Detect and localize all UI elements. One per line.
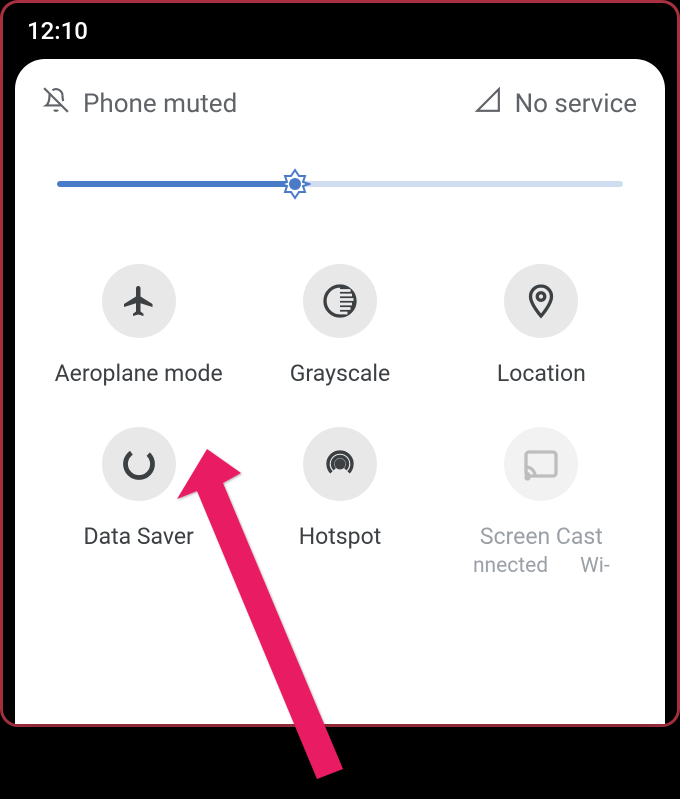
location-pin-icon — [504, 264, 578, 338]
header-right: No service — [475, 87, 637, 120]
tile-location[interactable]: Location — [446, 264, 637, 387]
tile-label: Data Saver — [84, 523, 194, 550]
header-left: Phone muted — [43, 87, 237, 120]
tile-label: Hotspot — [299, 523, 381, 550]
tile-screen-cast[interactable]: Screen Cast nnected Wi- — [446, 427, 637, 578]
tile-data-saver[interactable]: Data Saver — [43, 427, 234, 578]
brightness-thumb[interactable] — [279, 168, 311, 200]
sublabel-left: nnected — [473, 554, 548, 578]
status-bar: 12:10 — [3, 3, 677, 59]
hotspot-icon — [303, 427, 377, 501]
cast-icon — [504, 427, 578, 501]
tile-label: Grayscale — [290, 360, 390, 387]
tile-label: Aeroplane mode — [55, 360, 223, 387]
tile-label: Screen Cast — [480, 523, 603, 550]
quick-settings-tiles: Aeroplane mode Grayscale — [43, 264, 637, 578]
data-saver-icon — [102, 427, 176, 501]
sublabel-right: Wi- — [580, 554, 610, 578]
slider-fill — [57, 181, 295, 187]
brightness-slider[interactable] — [57, 164, 623, 204]
contrast-icon — [303, 264, 377, 338]
quick-settings-panel: Phone muted No service — [15, 59, 665, 724]
tile-grayscale[interactable]: Grayscale — [244, 264, 435, 387]
tile-label: Location — [497, 360, 586, 387]
service-label: No service — [515, 89, 637, 119]
muted-label: Phone muted — [83, 89, 237, 119]
phone-frame: 12:10 Phone muted — [0, 0, 680, 727]
bell-off-icon — [43, 87, 69, 120]
panel-header: Phone muted No service — [43, 87, 637, 120]
tile-aeroplane-mode[interactable]: Aeroplane mode — [43, 264, 234, 387]
tile-hotspot[interactable]: Hotspot — [244, 427, 435, 578]
status-time: 12:10 — [27, 17, 88, 45]
airplane-icon — [102, 264, 176, 338]
signal-empty-icon — [475, 87, 501, 120]
tile-sublabel: nnected Wi- — [473, 554, 610, 578]
